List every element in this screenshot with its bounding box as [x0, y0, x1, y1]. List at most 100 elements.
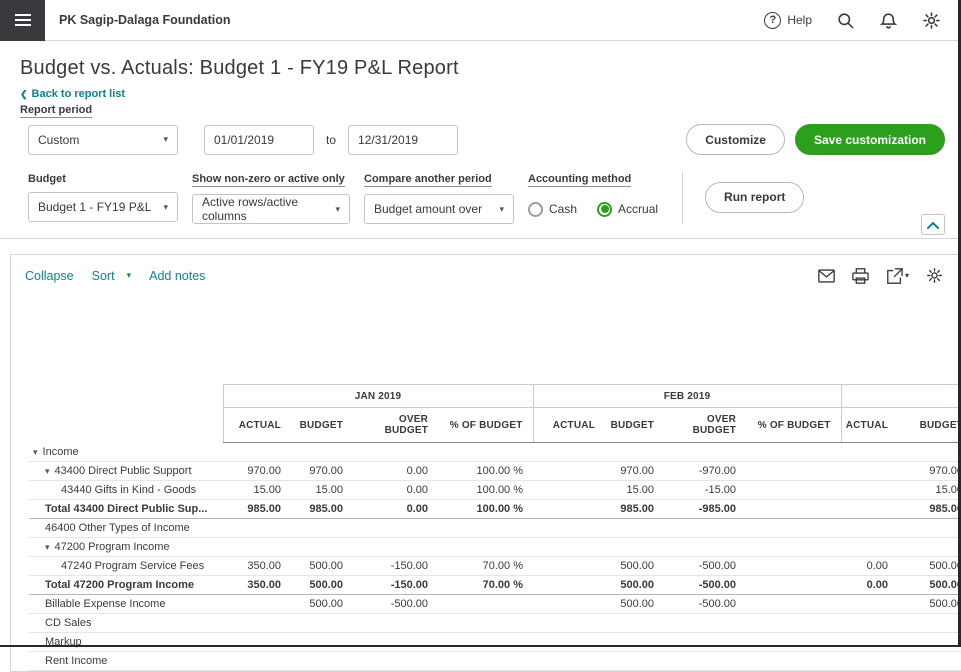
report-period-select[interactable]: Custom ▾ [28, 125, 178, 155]
value-cell [841, 481, 898, 500]
settings-gear-icon[interactable] [922, 11, 941, 30]
value-cell [746, 614, 841, 633]
from-date-input[interactable] [204, 125, 314, 155]
value-cell [605, 614, 664, 633]
value-cell: 500.00 [898, 576, 961, 595]
value-cell [841, 652, 898, 671]
page-header: Budget vs. Actuals: Budget 1 - FY19 P&L … [0, 41, 961, 118]
accrual-radio[interactable]: Accrual [597, 202, 658, 217]
back-to-report-list-link[interactable]: Back to report list [20, 88, 125, 100]
value-cell: 500.00 [605, 576, 664, 595]
value-cell [438, 538, 533, 557]
value-cell: 0.00 [353, 481, 438, 500]
value-cell [664, 443, 746, 462]
page-title: Budget vs. Actuals: Budget 1 - FY19 P&L … [20, 57, 945, 80]
column-header: % OF BUDGET [746, 408, 841, 443]
value-cell: 350.00 [223, 557, 291, 576]
value-cell [746, 443, 841, 462]
value-cell [353, 519, 438, 538]
value-cell [533, 614, 605, 633]
value-cell [533, 538, 605, 557]
report-settings-gear-icon[interactable] [926, 267, 943, 284]
show-nonzero-select[interactable]: Active rows/active columns ▾ [192, 194, 350, 224]
hamburger-menu-icon[interactable] [0, 0, 45, 41]
value-cell [533, 595, 605, 614]
value-cell [438, 519, 533, 538]
collapse-panel-button[interactable] [921, 214, 945, 235]
show-filter-group: Show non-zero or active only Active rows… [192, 171, 350, 224]
expand-collapse-arrow-icon[interactable]: ▾ [45, 466, 50, 476]
value-cell: 500.00 [291, 557, 353, 576]
chevron-down-icon: ▾ [499, 204, 504, 215]
value-cell: 0.00 [841, 576, 898, 595]
help-button[interactable]: ? Help [764, 12, 812, 29]
value-cell: 100.00 % [438, 500, 533, 519]
value-cell: -970.00 [664, 462, 746, 481]
search-icon[interactable] [836, 11, 855, 30]
to-date-input[interactable] [348, 125, 458, 155]
value-cell [746, 500, 841, 519]
customize-button[interactable]: Customize [686, 124, 785, 155]
value-cell [291, 652, 353, 671]
topbar-actions: ? Help [764, 11, 961, 30]
run-report-button[interactable]: Run report [705, 182, 804, 213]
row-label: 43440 Gifts in Kind - Goods [29, 481, 223, 500]
value-cell: 500.00 [898, 595, 961, 614]
budget-select[interactable]: Budget 1 - FY19 P&L ▾ [28, 192, 178, 222]
expand-collapse-arrow-icon[interactable]: ▾ [33, 447, 38, 457]
value-cell: 985.00 [291, 500, 353, 519]
value-cell [291, 633, 353, 652]
value-cell [746, 462, 841, 481]
value-cell: -15.00 [664, 481, 746, 500]
value-cell: -500.00 [664, 557, 746, 576]
row-label: Total 43400 Direct Public Sup... [29, 500, 223, 519]
filters-row: Budget Budget 1 - FY19 P&L ▾ Show non-ze… [0, 171, 961, 224]
column-header: ACTUAL [841, 408, 898, 443]
value-cell [898, 652, 961, 671]
table-row: Total 43400 Direct Public Sup...985.0098… [29, 500, 961, 519]
column-header: OVER BUDGET [353, 408, 438, 443]
value-cell [898, 443, 961, 462]
value-cell: 985.00 [605, 500, 664, 519]
value-cell [223, 538, 291, 557]
value-cell [841, 538, 898, 557]
row-label-expandable[interactable]: ▾Income [29, 443, 223, 462]
add-notes-link[interactable]: Add notes [149, 269, 205, 283]
value-cell [291, 519, 353, 538]
compare-period-select[interactable]: Budget amount over ▾ [364, 194, 514, 224]
value-cell [438, 443, 533, 462]
value-cell [533, 633, 605, 652]
row-label-expandable[interactable]: ▾43400 Direct Public Support [29, 462, 223, 481]
sort-dropdown[interactable]: Sort ▾ [92, 269, 131, 283]
value-cell [605, 652, 664, 671]
value-cell: 0.00 [841, 557, 898, 576]
row-label-expandable[interactable]: ▾47200 Program Income [29, 538, 223, 557]
email-icon[interactable] [818, 269, 835, 283]
expand-collapse-arrow-icon[interactable]: ▾ [45, 542, 50, 552]
value-cell [605, 519, 664, 538]
collapse-link[interactable]: Collapse [25, 269, 74, 283]
radio-circle-icon[interactable] [528, 202, 543, 217]
row-label: CD Sales [29, 614, 223, 633]
row-label: Billable Expense Income [29, 595, 223, 614]
table-row: ▾47200 Program Income [29, 538, 961, 557]
notifications-bell-icon[interactable] [879, 11, 898, 30]
print-icon[interactable] [852, 268, 869, 284]
table-row: CD Sales [29, 614, 961, 633]
value-cell [746, 481, 841, 500]
value-cell: -150.00 [353, 557, 438, 576]
chevron-down-icon: ▾ [163, 134, 168, 145]
report-card: Collapse Sort ▾ Add notes ▾ JAN 2019FEB … [10, 254, 961, 672]
export-icon[interactable]: ▾ [886, 268, 909, 284]
cash-radio[interactable]: Cash [528, 202, 577, 217]
radio-selected-icon[interactable] [597, 202, 612, 217]
save-customization-button[interactable]: Save customization [795, 124, 945, 155]
value-cell [605, 633, 664, 652]
column-header: ACTUAL [223, 408, 291, 443]
value-cell [533, 519, 605, 538]
period-group-header [841, 385, 961, 408]
value-cell [533, 500, 605, 519]
value-cell [223, 633, 291, 652]
value-cell: 985.00 [223, 500, 291, 519]
value-cell [291, 614, 353, 633]
